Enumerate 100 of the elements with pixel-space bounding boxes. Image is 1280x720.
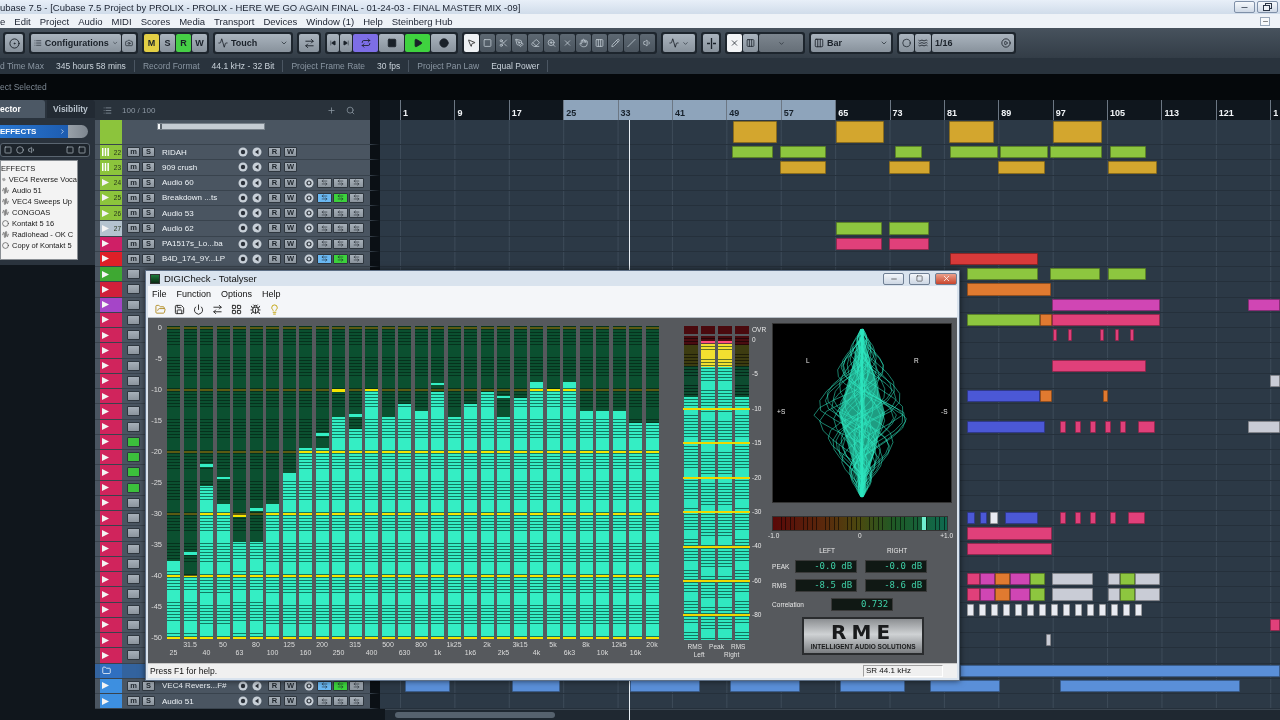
search-icon[interactable] [346, 105, 355, 115]
track-button[interactable] [127, 269, 140, 280]
grid-button[interactable] [743, 34, 758, 52]
track-event[interactable] [1051, 603, 1058, 616]
minimize-button[interactable] [883, 272, 904, 285]
track-event[interactable] [1087, 603, 1094, 616]
minimize-button[interactable] [1260, 16, 1270, 26]
restore-button[interactable] [1257, 1, 1278, 13]
tool-button[interactable] [464, 34, 479, 52]
track-button[interactable] [127, 345, 140, 356]
track-button[interactable] [127, 558, 140, 569]
track-button[interactable] [127, 528, 140, 539]
track-button[interactable] [127, 604, 140, 615]
track-event[interactable] [1270, 618, 1280, 631]
horizontal-scrollbar[interactable] [385, 709, 1280, 720]
ruler-segment[interactable]: 33 [617, 100, 672, 120]
lane-button[interactable] [317, 177, 332, 188]
track-event[interactable] [991, 603, 998, 616]
menu-item[interactable]: Transport [214, 15, 255, 27]
ruler-segment[interactable]: 57 [780, 100, 836, 120]
track-event[interactable] [967, 512, 975, 525]
inspector-tab[interactable]: ector [0, 100, 45, 118]
speaker-icon[interactable] [252, 680, 262, 691]
track-name[interactable]: Breakdown ...ts [162, 193, 235, 203]
track-button[interactable] [127, 482, 140, 493]
automation-dropdown[interactable]: Touch [215, 34, 291, 52]
ring-icon[interactable] [304, 680, 314, 691]
track-name[interactable]: Audio 53 [162, 208, 235, 218]
lane-button[interactable] [349, 696, 364, 707]
transport-button[interactable] [353, 34, 378, 52]
speaker-icon[interactable] [252, 192, 262, 203]
track-name[interactable]: VEC4 Revers...F# [162, 681, 235, 691]
info-value[interactable]: 44.1 kHz - 32 Bit [211, 61, 275, 71]
track-event[interactable] [1046, 634, 1051, 647]
menu-item[interactable]: Help [363, 15, 383, 27]
lane-button[interactable] [333, 253, 348, 264]
info-value[interactable]: 345 hours 58 mins [55, 61, 126, 71]
track-event[interactable] [1108, 573, 1120, 586]
lane-button[interactable] [317, 696, 332, 707]
menu-item[interactable]: Scores [140, 15, 171, 27]
speaker-icon[interactable] [252, 147, 262, 158]
curve-dropdown[interactable] [663, 34, 695, 52]
mode-toggle[interactable]: W [192, 34, 207, 52]
lane-button[interactable] [317, 238, 332, 249]
speaker-icon[interactable] [252, 253, 262, 264]
maximize-button[interactable] [909, 272, 930, 285]
track-button[interactable] [127, 513, 140, 524]
info-value[interactable]: Equal Power [491, 61, 540, 71]
quantize-button[interactable] [899, 34, 914, 52]
transport-button[interactable] [431, 34, 456, 52]
track-event[interactable] [1108, 588, 1120, 601]
record-icon[interactable] [238, 177, 248, 188]
track-event[interactable] [990, 512, 998, 525]
lane-button[interactable] [317, 253, 332, 264]
ruler-segment[interactable]: 49 [726, 100, 781, 120]
circle-icon[interactable] [16, 146, 24, 154]
snapshot-button[interactable] [122, 34, 136, 52]
lane-button[interactable] [317, 223, 332, 234]
track-name[interactable]: RIDAH [162, 147, 235, 157]
track-event[interactable] [1039, 603, 1046, 616]
track-button[interactable] [127, 299, 140, 310]
lane-button[interactable] [349, 223, 364, 234]
track-button[interactable] [127, 452, 140, 463]
lane-button[interactable] [349, 253, 364, 264]
menu-item[interactable]: Edit [14, 15, 31, 27]
square-icon[interactable] [78, 146, 86, 154]
track-button[interactable] [127, 436, 140, 447]
speaker-icon[interactable] [28, 146, 36, 154]
menu-item[interactable]: Options [221, 288, 253, 299]
record-icon[interactable] [238, 680, 248, 691]
track-event[interactable] [1110, 512, 1116, 525]
menu-item[interactable]: Function [176, 288, 212, 299]
menu-item[interactable]: Audio [78, 15, 103, 27]
menu-item[interactable]: Devices [263, 15, 298, 27]
track-event[interactable] [1105, 420, 1111, 433]
track-button[interactable] [127, 375, 140, 386]
menu-item[interactable]: Media [179, 15, 206, 27]
lane-button[interactable] [349, 177, 364, 188]
record-icon[interactable] [238, 223, 248, 234]
track-button[interactable] [127, 497, 140, 508]
record-icon[interactable] [238, 208, 248, 219]
track-event[interactable] [1115, 329, 1119, 342]
menu-item[interactable]: File [152, 288, 167, 299]
ring-icon[interactable] [304, 238, 314, 249]
record-icon[interactable] [238, 147, 248, 158]
lane-button[interactable] [317, 192, 332, 203]
track-event[interactable] [1120, 420, 1126, 433]
track-button[interactable] [127, 284, 140, 295]
menu-item[interactable]: MIDI [111, 15, 132, 27]
iterative-quantize-button[interactable] [915, 34, 931, 52]
cursor-button[interactable] [703, 34, 719, 52]
ring-icon[interactable] [304, 223, 314, 234]
lane-button[interactable] [333, 696, 348, 707]
lane-button[interactable] [333, 208, 348, 219]
ruler-segment[interactable]: 25 [563, 100, 618, 120]
lane-button[interactable] [349, 192, 364, 203]
menu-item[interactable]: Project [39, 15, 70, 27]
grid-dropdown[interactable]: Bar [811, 34, 891, 52]
menu-item[interactable]: Help [262, 288, 281, 299]
activate-button[interactable] [5, 34, 23, 52]
